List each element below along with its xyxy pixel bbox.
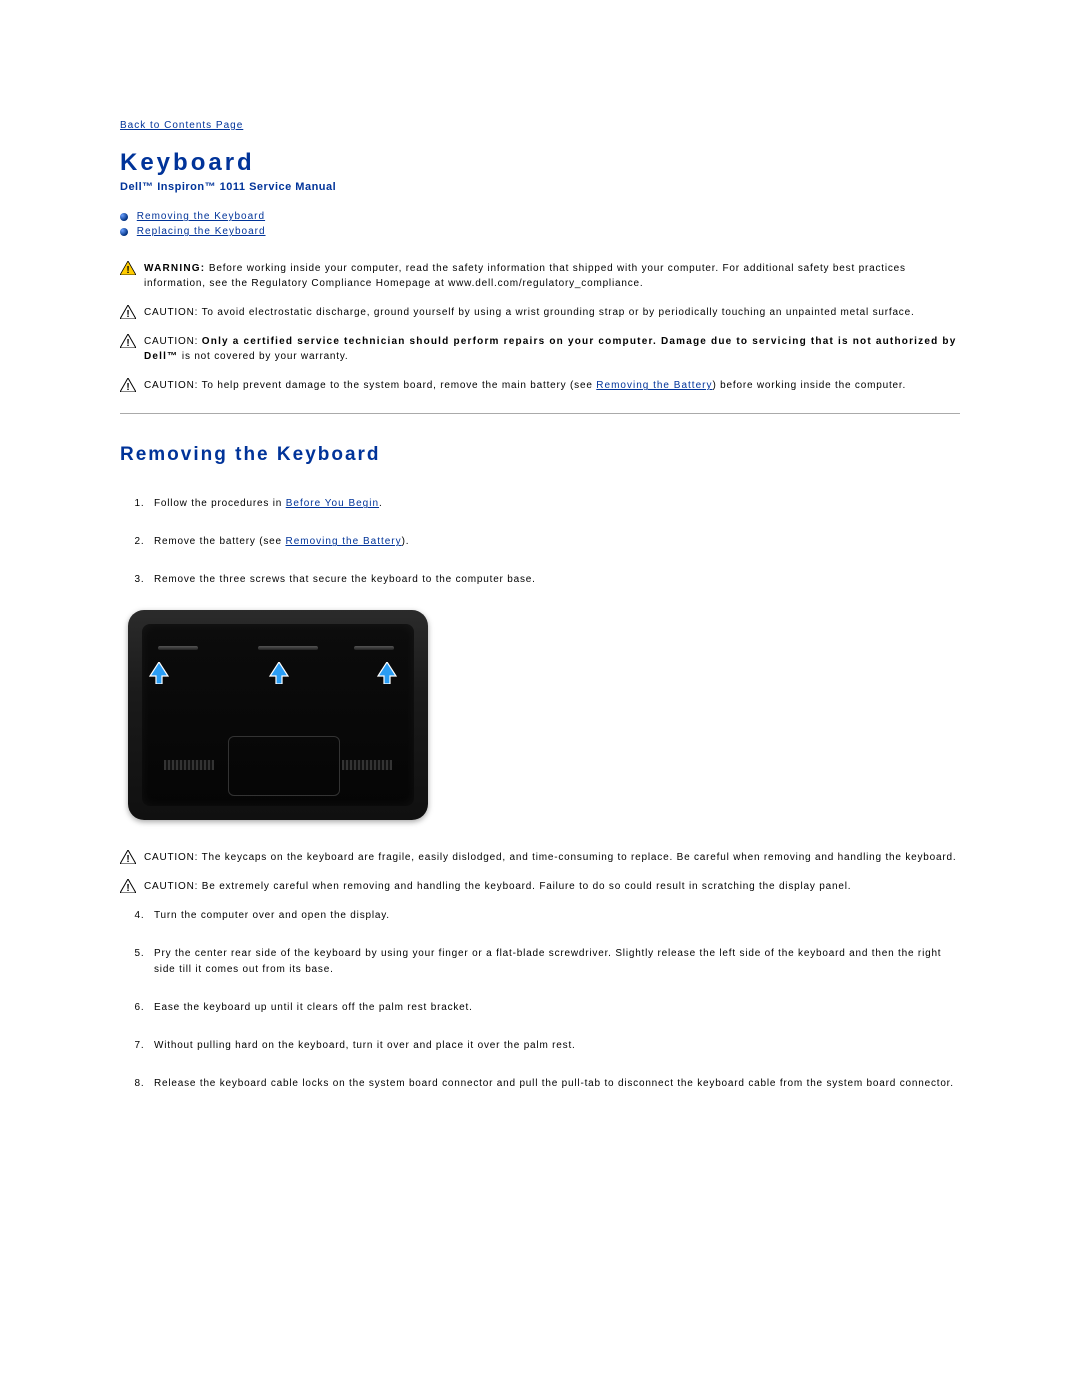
warning-icon: ! bbox=[120, 261, 136, 275]
step-text: Remove the battery (see bbox=[154, 536, 285, 547]
section-title: Removing the Keyboard bbox=[120, 444, 960, 466]
toc-item: Removing the Keyboard bbox=[120, 211, 960, 222]
step-8: Release the keyboard cable locks on the … bbox=[148, 1076, 960, 1092]
caution-prefix: CAUTION: bbox=[144, 852, 198, 863]
step-1: Follow the procedures in Before You Begi… bbox=[148, 496, 960, 512]
callout-arrow-icon bbox=[268, 662, 290, 684]
step-6: Ease the keyboard up until it clears off… bbox=[148, 1000, 960, 1016]
access-panel bbox=[228, 736, 340, 796]
caution-tech-text: CAUTION: Only a certified service techni… bbox=[144, 334, 960, 364]
caution-prefix: CAUTION: bbox=[144, 881, 198, 892]
svg-text:!: ! bbox=[126, 883, 129, 893]
before-you-begin-link[interactable]: Before You Begin bbox=[286, 498, 379, 509]
caution-icon: ! bbox=[120, 378, 136, 392]
step-2: Remove the battery (see Removing the Bat… bbox=[148, 534, 960, 550]
step-text-tail: ). bbox=[402, 536, 410, 547]
toc-link-replacing[interactable]: Replacing the Keyboard bbox=[137, 226, 266, 237]
step-3: Remove the three screws that secure the … bbox=[148, 572, 960, 588]
caution-icon: ! bbox=[120, 850, 136, 864]
caution-body: The keycaps on the keyboard are fragile,… bbox=[202, 852, 957, 863]
caution-prefix: CAUTION: bbox=[144, 307, 198, 318]
caution-battery-text: CAUTION: To help prevent damage to the s… bbox=[144, 378, 960, 393]
screw-slot bbox=[354, 646, 394, 650]
caution-keycaps-text: CAUTION: The keycaps on the keyboard are… bbox=[144, 850, 960, 865]
toc-link-removing[interactable]: Removing the Keyboard bbox=[137, 211, 265, 222]
caution-icon: ! bbox=[120, 879, 136, 893]
bullet-icon bbox=[120, 228, 128, 236]
removing-battery-link[interactable]: Removing the Battery bbox=[285, 536, 401, 547]
caution-prefix: CAUTION: bbox=[144, 380, 198, 391]
steps-list-a: Follow the procedures in Before You Begi… bbox=[120, 496, 960, 588]
caution-battery-notice: ! CAUTION: To help prevent damage to the… bbox=[120, 378, 960, 393]
svg-text:!: ! bbox=[126, 854, 129, 864]
steps-list-b: Turn the computer over and open the disp… bbox=[120, 908, 960, 1092]
step-5: Pry the center rear side of the keyboard… bbox=[148, 946, 960, 978]
caution-icon: ! bbox=[120, 305, 136, 319]
svg-text:!: ! bbox=[126, 338, 129, 348]
section-divider bbox=[120, 413, 960, 414]
screw-slot bbox=[158, 646, 198, 650]
svg-text:!: ! bbox=[126, 382, 129, 392]
back-to-contents-link[interactable]: Back to Contents Page bbox=[120, 120, 243, 131]
warning-notice: ! WARNING: Before working inside your co… bbox=[120, 261, 960, 291]
step-4: Turn the computer over and open the disp… bbox=[148, 908, 960, 924]
warning-prefix: WARNING: bbox=[144, 263, 205, 274]
vent bbox=[342, 760, 392, 770]
page-title: Keyboard bbox=[120, 149, 960, 177]
caution-tail: is not covered by your warranty. bbox=[178, 351, 348, 362]
step-text: Follow the procedures in bbox=[154, 498, 286, 509]
callout-arrow-icon bbox=[148, 662, 170, 684]
caution-body: To avoid electrostatic discharge, ground… bbox=[202, 307, 915, 318]
caution-tech-notice: ! CAUTION: Only a certified service tech… bbox=[120, 334, 960, 364]
caution-scratch-notice: ! CAUTION: Be extremely careful when rem… bbox=[120, 879, 960, 894]
removing-battery-link[interactable]: Removing the Battery bbox=[596, 380, 712, 391]
caution-body-b: ) before working inside the computer. bbox=[712, 380, 906, 391]
caution-body: Be extremely careful when removing and h… bbox=[202, 881, 852, 892]
caution-icon: ! bbox=[120, 334, 136, 348]
svg-text:!: ! bbox=[126, 265, 129, 275]
step-7: Without pulling hard on the keyboard, tu… bbox=[148, 1038, 960, 1054]
step-text-tail: . bbox=[379, 498, 383, 509]
warning-body: Before working inside your computer, rea… bbox=[144, 263, 906, 289]
caution-esd-text: CAUTION: To avoid electrostatic discharg… bbox=[144, 305, 960, 320]
toc-list: Removing the Keyboard Replacing the Keyb… bbox=[120, 211, 960, 237]
warning-text: WARNING: Before working inside your comp… bbox=[144, 261, 960, 291]
caution-scratch-text: CAUTION: Be extremely careful when remov… bbox=[144, 879, 960, 894]
bullet-icon bbox=[120, 213, 128, 221]
document-page: Back to Contents Page Keyboard Dell™ Ins… bbox=[0, 0, 1080, 1174]
caution-esd-notice: ! CAUTION: To avoid electrostatic discha… bbox=[120, 305, 960, 320]
caution-keycaps-notice: ! CAUTION: The keycaps on the keyboard a… bbox=[120, 850, 960, 865]
vent bbox=[164, 760, 214, 770]
callout-arrow-icon bbox=[376, 662, 398, 684]
caution-prefix: CAUTION: bbox=[144, 336, 198, 347]
caution-body-a: To help prevent damage to the system boa… bbox=[202, 380, 597, 391]
toc-item: Replacing the Keyboard bbox=[120, 226, 960, 237]
svg-text:!: ! bbox=[126, 309, 129, 319]
battery-slot bbox=[258, 646, 318, 650]
laptop-base-figure bbox=[128, 610, 428, 820]
page-subtitle: Dell™ Inspiron™ 1011 Service Manual bbox=[120, 181, 960, 193]
